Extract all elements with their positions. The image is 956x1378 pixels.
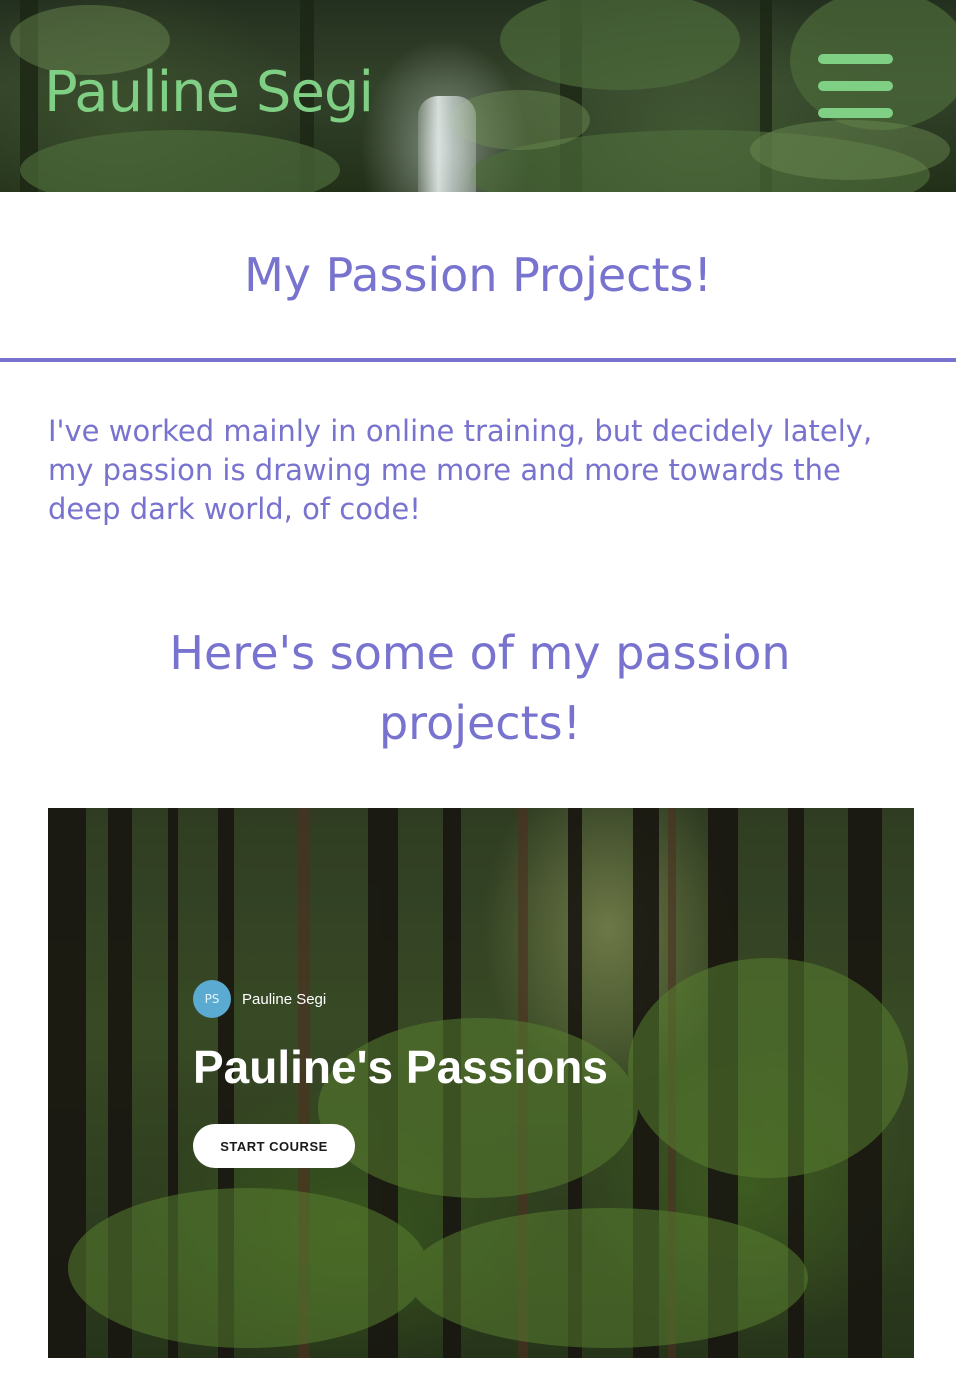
section-divider <box>0 358 956 362</box>
course-card[interactable]: PS Pauline Segi Pauline's Passions START… <box>48 808 914 1358</box>
course-author: PS Pauline Segi <box>193 980 326 1018</box>
intro-paragraph: I've worked mainly in online training, b… <box>48 414 873 526</box>
start-course-button[interactable]: START COURSE <box>193 1124 355 1168</box>
hamburger-menu-icon[interactable] <box>818 52 894 120</box>
menu-bar <box>818 54 893 64</box>
projects-heading: Here's some of my passion projects! <box>169 626 791 750</box>
avatar: PS <box>193 980 231 1018</box>
site-title[interactable]: Pauline Segi <box>44 58 374 128</box>
page-heading: My Passion Projects! <box>244 248 712 302</box>
author-name: Pauline Segi <box>242 990 327 1008</box>
waterfall-image <box>418 96 476 192</box>
site-header: Pauline Segi <box>0 0 956 192</box>
course-title: Pauline's Passions <box>193 1041 608 1093</box>
menu-bar <box>818 81 893 91</box>
menu-bar <box>818 108 893 118</box>
